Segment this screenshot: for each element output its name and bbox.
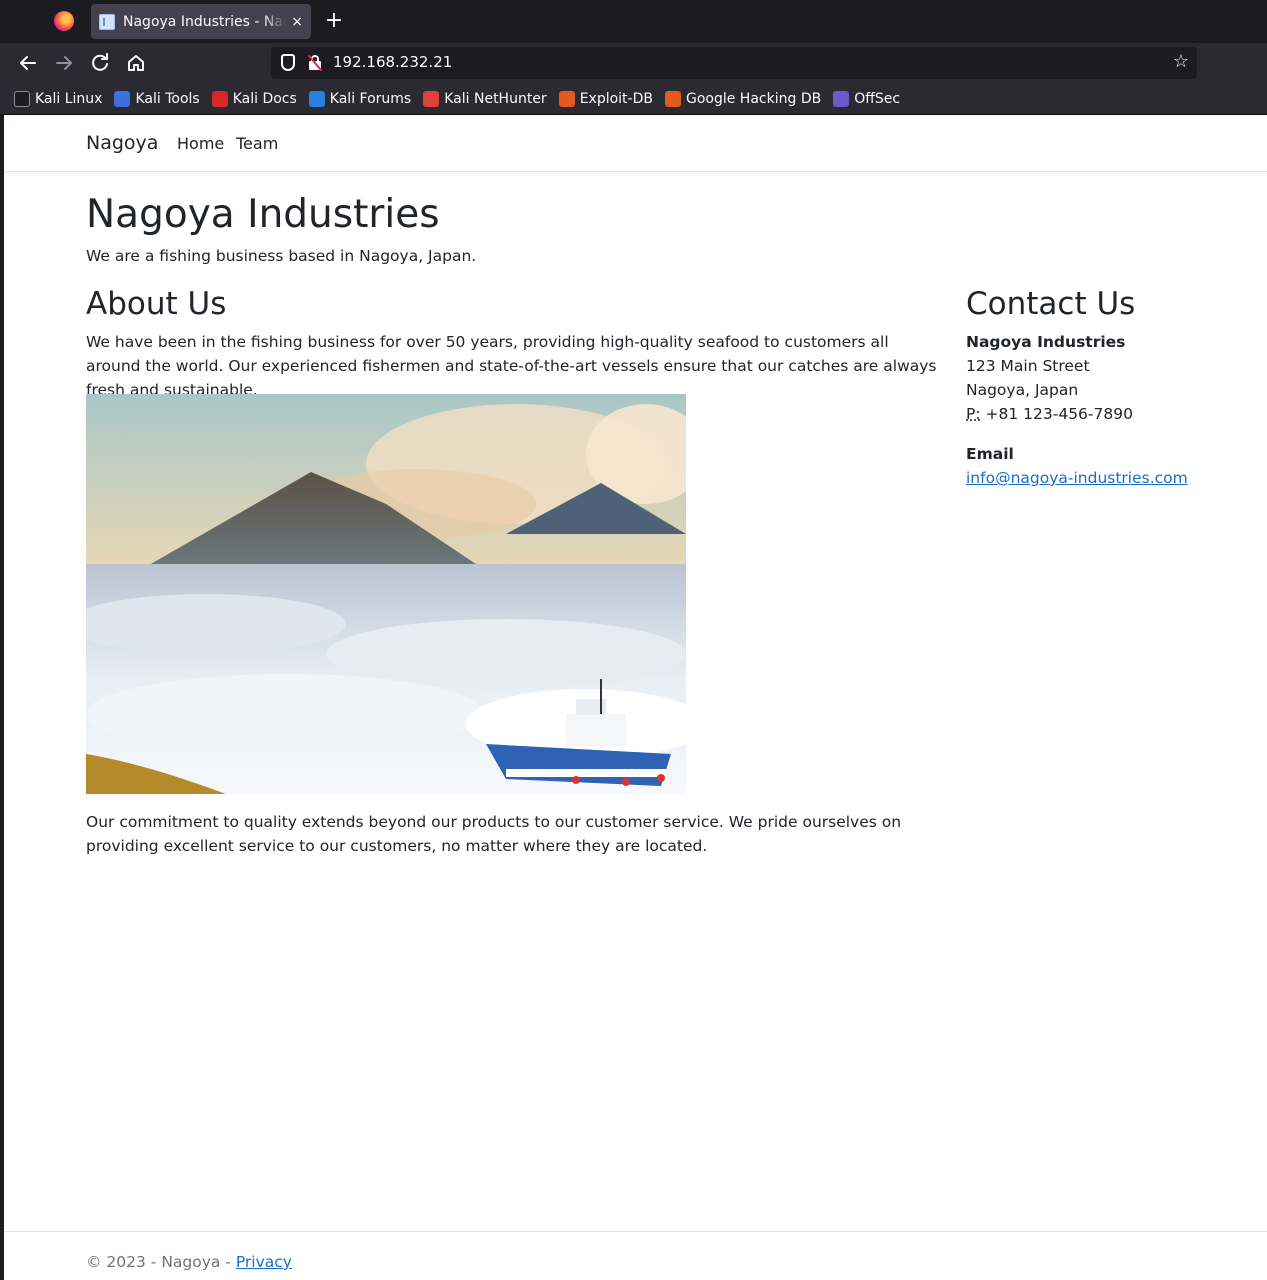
bookmark-item[interactable]: Kali Tools xyxy=(114,90,200,107)
exploit-db-icon xyxy=(558,90,575,107)
home-icon[interactable] xyxy=(124,51,148,75)
bookmark-label: Kali Forums xyxy=(329,90,412,107)
offsec-icon xyxy=(833,90,850,107)
ghdb-icon xyxy=(664,90,681,107)
back-icon[interactable] xyxy=(16,51,40,75)
shield-icon[interactable] xyxy=(281,54,295,71)
nav-toolbar: 192.168.232.21 ☆ xyxy=(0,43,1267,83)
bookmark-label: Google Hacking DB xyxy=(685,90,822,107)
email-link[interactable]: info@nagoya-industries.com xyxy=(966,469,1188,487)
nav-link-team[interactable]: Team xyxy=(236,134,278,153)
url-text[interactable]: 192.168.232.21 xyxy=(333,53,452,71)
firefox-icon[interactable] xyxy=(54,11,74,31)
contact-phone-row: P: +81 123-456-7890 xyxy=(966,402,1246,426)
contact-phone: +81 123-456-7890 xyxy=(985,405,1133,423)
browser-window: Nagoya Industries - Nagoya × + 192.168.2… xyxy=(0,0,1267,1280)
nethunter-icon xyxy=(423,90,440,107)
web-page: Nagoya Home Team Nagoya Industries We ar… xyxy=(4,115,1267,1280)
kali-docs-icon xyxy=(211,90,228,107)
phone-label: P: xyxy=(966,405,981,423)
page-favicon-icon xyxy=(99,13,115,30)
lead-text: We are a fishing business based in Nagoy… xyxy=(86,247,477,265)
site-brand[interactable]: Nagoya xyxy=(86,132,158,154)
contact-city: Nagoya, Japan xyxy=(966,381,1079,399)
copyright-text: © 2023 - Nagoya - xyxy=(86,1253,236,1271)
hero-image xyxy=(86,394,686,794)
contact-company-name: Nagoya Industries xyxy=(966,333,1126,351)
bookmark-star-icon[interactable]: ☆ xyxy=(1173,51,1189,72)
kali-dragon-icon xyxy=(14,90,30,107)
bookmark-label: Kali NetHunter xyxy=(444,90,547,107)
bookmark-item[interactable]: Kali Docs xyxy=(211,90,297,107)
footer-text: © 2023 - Nagoya - Privacy xyxy=(86,1253,292,1271)
kali-tools-icon xyxy=(114,90,131,107)
nav-link-home[interactable]: Home xyxy=(177,134,224,153)
tab-close-icon[interactable]: × xyxy=(291,14,303,30)
contact-heading: Contact Us xyxy=(966,286,1136,322)
about-paragraph-1: We have been in the fishing business for… xyxy=(86,333,937,399)
new-tab-button[interactable]: + xyxy=(322,9,346,33)
bookmark-label: Kali Docs xyxy=(232,90,297,107)
bookmark-label: Exploit-DB xyxy=(579,90,653,107)
bookmark-label: Kali Linux xyxy=(35,90,103,107)
site-footer: © 2023 - Nagoya - Privacy xyxy=(4,1231,1267,1280)
tab-active[interactable]: Nagoya Industries - Nagoya × xyxy=(91,4,311,39)
reload-icon[interactable] xyxy=(88,51,112,75)
bookmark-item[interactable]: Exploit-DB xyxy=(558,90,653,107)
bookmark-label: Kali Tools xyxy=(135,90,200,107)
bookmark-item[interactable]: Kali Forums xyxy=(308,90,412,107)
forward-icon[interactable] xyxy=(52,51,76,75)
bookmark-label: OffSec xyxy=(854,90,901,107)
about-heading: About Us xyxy=(86,286,227,322)
contact-street: 123 Main Street xyxy=(966,357,1090,375)
tab-title: Nagoya Industries - Nagoya xyxy=(123,13,287,30)
bookmark-item[interactable]: Google Hacking DB xyxy=(664,90,822,107)
page-title: Nagoya Industries xyxy=(86,192,440,237)
about-paragraph-2: Our commitment to quality extends beyond… xyxy=(86,813,902,855)
insecure-lock-icon[interactable] xyxy=(307,54,323,72)
bookmark-item[interactable]: OffSec xyxy=(833,90,901,107)
site-navbar: Nagoya Home Team xyxy=(4,115,1267,172)
email-heading: Email xyxy=(966,445,1014,463)
contact-address: Nagoya Industries 123 Main Street Nagoya… xyxy=(966,330,1246,490)
tab-strip: Nagoya Industries - Nagoya × + xyxy=(0,0,1267,43)
bookmarks-toolbar: Kali Linux Kali Tools Kali Docs Kali Forums… xyxy=(0,83,1267,115)
privacy-link[interactable]: Privacy xyxy=(236,1253,292,1271)
bookmark-item[interactable]: Kali Linux xyxy=(14,90,103,107)
kali-forums-icon xyxy=(308,90,325,107)
url-bar[interactable]: 192.168.232.21 ☆ xyxy=(271,47,1197,79)
bookmark-item[interactable]: Kali NetHunter xyxy=(423,90,547,107)
